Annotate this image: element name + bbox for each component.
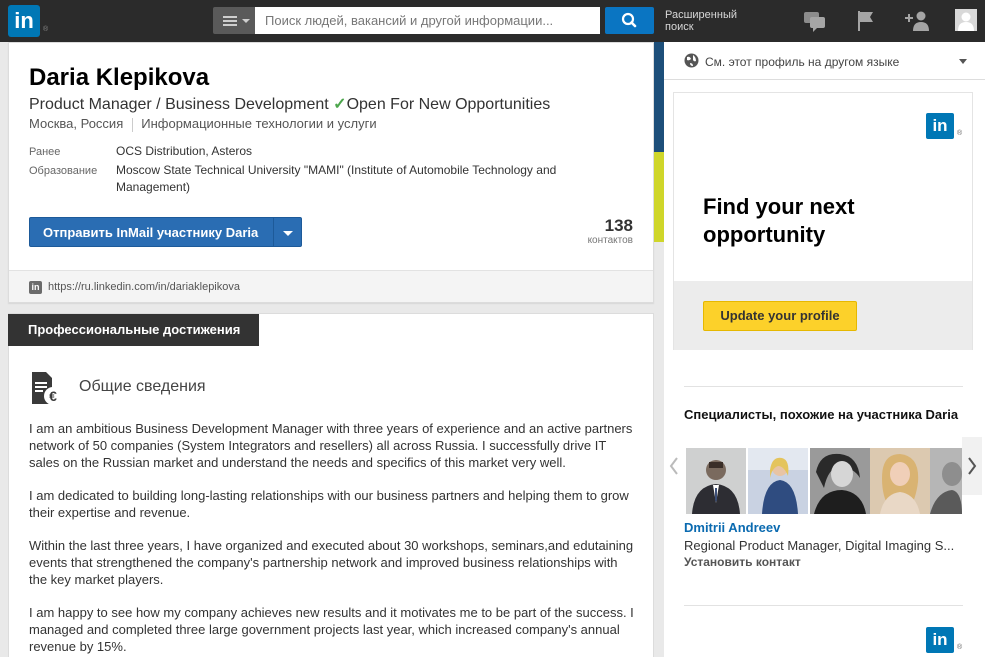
top-navigation-bar: in ® Расширенный поиск [0,0,985,42]
menu-button[interactable] [213,7,255,34]
person-photo[interactable] [870,448,930,514]
add-connection-icon[interactable] [904,10,930,32]
connections-label: контактов [587,235,633,246]
divider [684,386,963,387]
advertisement-card[interactable]: in ® Find your next opportunity Update y… [673,92,973,350]
connect-button[interactable]: Установить контакт [684,555,801,569]
send-inmail-label: Отправить InMail участнику Daria [43,225,259,240]
logo-registered-mark: ® [43,26,49,33]
ad-footer: Update your profile [674,281,972,350]
person-photo[interactable] [748,448,808,514]
divider [132,117,134,132]
profile-location[interactable]: Москва, Россия [29,116,123,131]
logo-registered-mark: ® [957,130,963,137]
search-icon [621,12,637,28]
linkedin-logo[interactable]: in [8,5,40,37]
summary-title: Общие сведения [79,378,206,395]
search-input[interactable] [255,7,600,34]
summary-paragraph: I am an ambitious Business Development M… [29,421,633,470]
summary-document-icon: € [32,372,62,405]
linkedin-small-icon: in [29,281,42,294]
summary-paragraph: I am dedicated to building long-lasting … [29,488,629,520]
globe-icon [684,53,699,68]
carousel-next-button[interactable] [962,437,982,495]
previous-companies[interactable]: OCS Distribution, Asteros [116,143,586,160]
section-tab-background[interactable]: Профессиональные достижения [8,314,259,346]
education-label: Образование [29,165,98,177]
chevron-down-icon [242,19,250,23]
headline-status: Open For New Opportunities [346,96,551,113]
language-selector[interactable]: См. этот профиль на другом языке [664,42,985,80]
messages-icon[interactable] [803,10,827,32]
chevron-right-icon [968,457,977,475]
menu-icon-line [223,20,237,22]
summary-paragraph: Within the last three years, I have orga… [29,538,634,587]
profile-avatar-icon[interactable] [955,9,977,31]
suggested-person-name[interactable]: Dmitrii Andreev [684,520,780,535]
people-also-viewed-title: Специалисты, похожие на участника Daria [684,407,959,422]
profile-headline: Product Manager / Business Development ✓… [29,94,550,114]
svg-text:€: € [49,388,57,404]
public-profile-bar: in https://ru.linkedin.com/in/dariaklepi… [9,270,653,302]
language-selector-label: См. этот профиль на другом языке [705,55,900,69]
summary-text: I am an ambitious Business Development M… [29,420,639,657]
divider [684,605,963,606]
person-photo[interactable] [810,448,870,514]
menu-icon [223,16,237,18]
background-summary-card: Профессиональные достижения € Общие свед… [8,313,654,657]
chevron-left-icon [669,457,678,475]
public-profile-url[interactable]: https://ru.linkedin.com/in/dariaklepikov… [48,281,240,293]
update-profile-button[interactable]: Update your profile [703,301,857,331]
carousel-prev-button[interactable] [664,437,684,495]
chevron-down-icon [959,59,967,64]
button-divider [273,218,274,246]
advanced-search-link[interactable]: Расширенный поиск [665,9,755,33]
profile-top-card: Daria Klepikova Product Manager / Busine… [8,42,654,303]
linkedin-logo: in [926,113,954,139]
education-value[interactable]: Moscow State Technical University "MAMI"… [116,162,586,196]
checkmark-icon: ✓ [333,96,347,113]
suggested-person-role: Regional Product Manager, Digital Imagin… [684,538,955,553]
menu-icon-line [223,24,237,26]
send-inmail-button[interactable]: Отправить InMail участнику Daria [29,217,302,247]
flag-icon[interactable] [856,10,876,32]
chevron-down-icon[interactable] [283,231,293,236]
connections-count: 138 [604,216,633,235]
previous-label: Ранее [29,146,61,158]
summary-paragraph: I am happy to see how my company achieve… [29,605,634,654]
profile-industry[interactable]: Информационные технологии и услуги [141,116,376,131]
linkedin-logo[interactable]: in [926,627,954,653]
search-button[interactable] [605,7,654,34]
location-industry-row: Москва, Россия Информационные технологии … [29,116,377,132]
background-banner [654,42,664,242]
person-photo[interactable] [686,448,746,514]
profile-name: Daria Klepikova [29,64,210,91]
headline-title: Product Manager / Business Development [29,96,329,113]
ad-headline: Find your next opportunity [703,194,855,247]
person-photo[interactable] [930,448,962,514]
logo-registered-mark: ® [957,644,963,651]
banner-accent [654,152,664,242]
